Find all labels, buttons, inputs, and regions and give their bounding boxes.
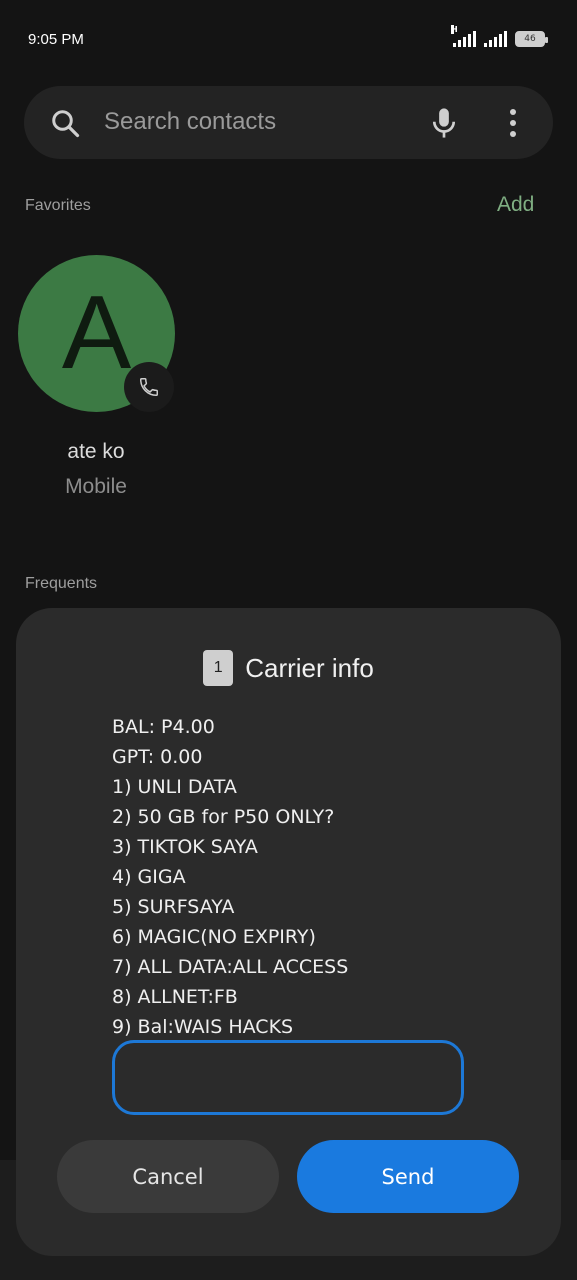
add-favorite-button[interactable]: Add	[497, 193, 534, 217]
dialog-title: Carrier info	[245, 652, 374, 683]
message-line: 2) 50 GB for P50 ONLY?	[112, 806, 335, 828]
mic-icon[interactable]	[429, 106, 459, 140]
message-body: BAL: P4.00 GPT: 0.00 1) UNLI DATA 2) 50 …	[112, 712, 532, 1042]
message-line: 5) SURFSAYA	[112, 896, 235, 918]
battery-icon: 46	[515, 31, 548, 47]
search-icon	[52, 110, 80, 138]
search-input[interactable]: Search contacts	[104, 108, 276, 136]
reply-input[interactable]	[112, 1040, 464, 1115]
message-line: 1) UNLI DATA	[112, 776, 237, 798]
status-bar: 9:05 PM H 46	[0, 0, 577, 80]
contact-name[interactable]: ate ko	[0, 440, 192, 464]
carrier-info-dialog: 1 Carrier info BAL: P4.00 GPT: 0.00 1) U…	[16, 608, 561, 1256]
message-line: 6) MAGIC(NO EXPIRY)	[112, 926, 316, 948]
frequents-label: Frequents	[25, 575, 98, 592]
search-bar[interactable]: Search contacts	[24, 86, 553, 159]
status-icons: H 46	[451, 25, 548, 47]
message-line: 8) ALLNET:FB	[112, 986, 238, 1008]
call-button[interactable]	[124, 362, 174, 412]
status-time: 9:05 PM	[28, 31, 84, 48]
dialog-header: 1 Carrier info	[16, 650, 561, 686]
signal-1-icon: H	[451, 25, 476, 47]
battery-level: 46	[524, 34, 536, 44]
favorites-label: Favorites	[25, 197, 91, 214]
message-line: 7) ALL DATA:ALL ACCESS	[112, 956, 349, 978]
message-line: BAL: P4.00	[112, 716, 215, 738]
message-line: 4) GIGA	[112, 866, 186, 888]
message-line: 9) Bal:WAIS HACKS	[112, 1016, 294, 1038]
sim-card-icon: 1	[203, 650, 234, 686]
signal-2-icon	[484, 31, 507, 47]
phone-icon	[140, 378, 158, 396]
contact-type: Mobile	[65, 475, 127, 498]
message-line: GPT: 0.00	[112, 746, 203, 768]
more-options-icon[interactable]	[506, 108, 520, 138]
cancel-button[interactable]: Cancel	[57, 1140, 279, 1213]
network-type: H	[451, 25, 458, 34]
message-line: 3) TIKTOK SAYA	[112, 836, 258, 858]
send-button[interactable]: Send	[297, 1140, 519, 1213]
